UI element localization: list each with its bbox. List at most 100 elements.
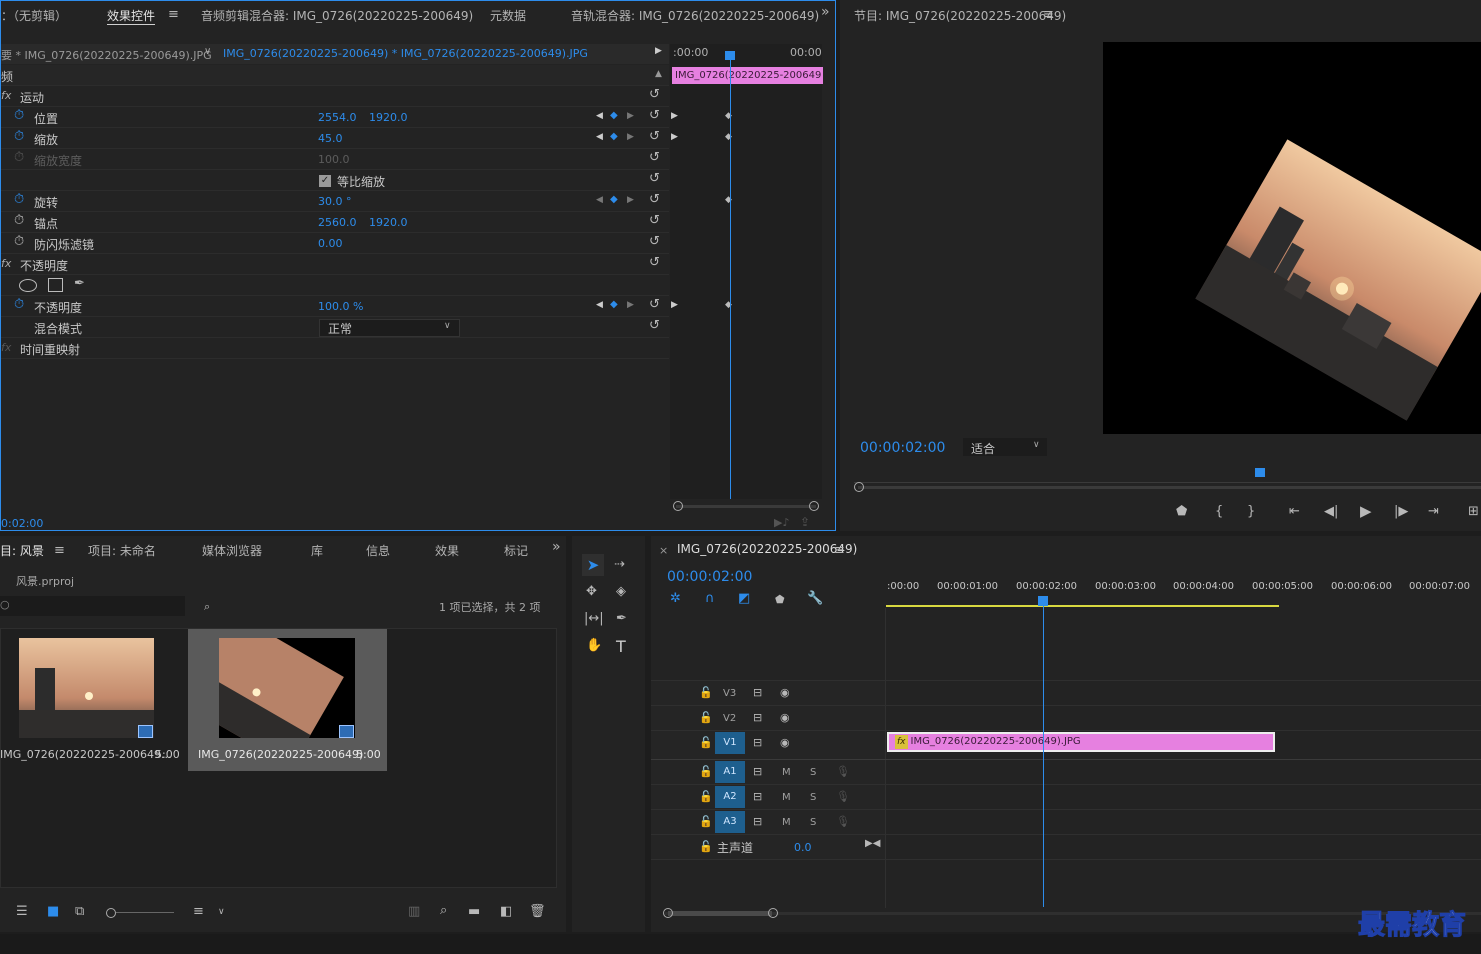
reset-scale-width-icon[interactable]: ↺ <box>649 151 660 165</box>
timeline-scroll-thumb[interactable] <box>668 911 772 916</box>
step-back-icon[interactable]: ◀| <box>1324 505 1338 519</box>
reset-scale-icon[interactable]: ↺ <box>649 130 660 144</box>
settings-wrench-icon[interactable]: 🔧 <box>807 592 823 606</box>
freeform-view-icon[interactable]: ⧉ <box>75 905 84 919</box>
stopwatch-rotation-icon[interactable]: ⏱ <box>14 193 24 207</box>
timeline-playhead[interactable] <box>1043 600 1044 907</box>
ec-play-audio-icon[interactable]: ▶♪ <box>774 516 789 529</box>
track-v1-target[interactable]: V1 <box>715 732 745 754</box>
zoom-slider-handle[interactable] <box>106 908 116 918</box>
prev-keyframe-icon[interactable]: ◀ <box>596 111 603 121</box>
ec-zoom-scrollbar[interactable] <box>676 505 816 508</box>
time-remap-row[interactable] <box>1 338 669 359</box>
solo-button[interactable]: S <box>810 817 816 828</box>
prev-keyframe-icon[interactable]: ◀ <box>596 300 603 310</box>
program-timecode[interactable]: 00:00:02:00 <box>860 440 945 456</box>
mark-in-icon[interactable]: { <box>1215 505 1223 519</box>
linked-selection-icon[interactable]: ◩ <box>738 592 750 606</box>
sync-lock-icon[interactable]: ⊟ <box>753 736 762 750</box>
clip-dropdown-icon[interactable]: ∨ <box>204 46 211 57</box>
ec-zoom-handle-left[interactable] <box>673 501 683 511</box>
lock-icon[interactable]: 🔓 <box>699 815 713 829</box>
add-keyframe-icon[interactable]: ◆ <box>610 299 618 310</box>
track-v3-label[interactable]: V3 <box>723 688 736 699</box>
project-item-thumbnail[interactable] <box>19 638 154 738</box>
slip-tool-icon[interactable]: |↔| <box>584 612 604 626</box>
insert-icon[interactable]: ⊞ <box>1468 505 1479 519</box>
next-keyframe-icon[interactable]: ▶ <box>627 111 634 121</box>
work-area-bar[interactable] <box>886 605 1279 607</box>
tab-metadata[interactable]: 元数据 <box>490 7 526 24</box>
reset-motion-icon[interactable]: ↺ <box>649 88 660 102</box>
timeline-zoom-handle-left[interactable] <box>663 908 673 918</box>
sequence-clip-label[interactable]: IMG_0726(20220225-200649) * IMG_0726(202… <box>223 47 588 60</box>
tab-markers[interactable]: 标记 <box>504 542 528 559</box>
ec-playhead-handle[interactable] <box>725 51 735 60</box>
tab-project-untitled[interactable]: 项目: 未命名 <box>88 542 156 559</box>
uniform-scale-checkbox[interactable]: ✓ <box>319 175 331 187</box>
rotation-value[interactable]: 30.0 ° <box>318 195 352 208</box>
trash-icon[interactable]: 🗑 <box>529 905 546 919</box>
tab-project-scenery[interactable]: 目: 风景 <box>0 542 44 559</box>
add-keyframe-icon[interactable]: ◆ <box>610 110 618 121</box>
reset-rotation-icon[interactable]: ↺ <box>649 193 660 207</box>
stopwatch-anchor-icon[interactable]: ⏱ <box>14 214 24 228</box>
ec-mini-clip[interactable]: IMG_0726(20220225-200649 <box>672 67 823 84</box>
solo-button[interactable]: S <box>810 792 816 803</box>
stopwatch-opacity-icon[interactable]: ⏱ <box>14 298 24 312</box>
panel-menu-icon[interactable]: ≡ <box>168 8 179 22</box>
close-sequence-icon[interactable]: × <box>659 544 668 557</box>
icon-view-icon[interactable]: ■ <box>47 905 59 919</box>
selection-tool-icon[interactable]: ➤ <box>582 554 604 576</box>
mute-button[interactable]: M <box>782 792 791 803</box>
fx-opacity-row[interactable] <box>1 254 669 275</box>
solo-button[interactable]: S <box>810 767 816 778</box>
tab-no-clip[interactable]: ：（无剪辑） <box>1 7 67 24</box>
timeline-playhead-handle[interactable] <box>1038 596 1048 606</box>
go-to-out-icon[interactable]: ⇥ <box>1428 505 1439 519</box>
new-search-bin-icon[interactable]: ⌕ <box>204 600 210 614</box>
sync-lock-icon[interactable]: ⊟ <box>753 686 762 700</box>
timeline-clip[interactable]: fx IMG_0726(20220225-200649).JPG <box>887 732 1275 752</box>
nest-toggle-icon[interactable]: ✲ <box>670 592 681 606</box>
timeline-zoom-handle-right[interactable] <box>768 908 778 918</box>
go-to-in-icon[interactable]: ⇤ <box>1289 505 1300 519</box>
stopwatch-scale-icon[interactable]: ⏱ <box>14 130 24 144</box>
project-search-input[interactable]: ○ <box>0 596 185 616</box>
mute-button[interactable]: M <box>782 767 791 778</box>
snap-icon[interactable]: ∩ <box>705 592 715 606</box>
tab-info[interactable]: 信息 <box>366 542 390 559</box>
position-y-value[interactable]: 1920.0 <box>369 111 408 124</box>
track-a2-target[interactable]: A2 <box>715 786 745 808</box>
tab-effects[interactable]: 效果 <box>435 542 459 559</box>
track-a3-target[interactable]: A3 <box>715 811 745 833</box>
opacity-value[interactable]: 100.0 % <box>318 300 363 313</box>
master-collapse-icon[interactable]: ▶◀ <box>865 837 880 851</box>
mark-out-icon[interactable]: } <box>1247 505 1255 519</box>
scale-value[interactable]: 45.0 <box>318 132 343 145</box>
next-keyframe-icon[interactable]: ▶ <box>627 195 634 205</box>
master-volume-value[interactable]: 0.0 <box>794 841 812 854</box>
microphone-icon[interactable]: 🎙 <box>836 765 850 779</box>
eye-icon[interactable]: ◉ <box>780 736 790 750</box>
pen-mask-icon[interactable]: ✒ <box>74 277 85 291</box>
microphone-icon[interactable]: 🎙 <box>836 815 850 829</box>
list-view-icon[interactable]: ☰ <box>16 905 28 919</box>
panel-menu-icon[interactable]: ≡ <box>834 544 845 558</box>
reset-antiflicker-icon[interactable]: ↺ <box>649 235 660 249</box>
blend-mode-dropdown[interactable]: 正常 ∨ <box>319 319 460 337</box>
program-scrollbar[interactable] <box>858 486 1481 489</box>
rectangle-mask-icon[interactable] <box>48 278 63 292</box>
type-tool-icon[interactable]: T <box>616 637 626 656</box>
tabs-overflow-icon[interactable]: » <box>552 539 561 555</box>
ec-zoom-handle-right[interactable] <box>809 501 819 511</box>
program-zoom-handle[interactable] <box>854 482 864 492</box>
add-marker-icon[interactable]: ⬟ <box>775 593 785 607</box>
track-a1-target[interactable]: A1 <box>715 761 745 783</box>
project-item-name[interactable]: IMG_0726(20220225-200649... <box>0 748 171 761</box>
prev-keyframe-icon[interactable]: ◀ <box>596 132 603 142</box>
lock-icon[interactable]: 🔓 <box>699 711 713 725</box>
tabs-overflow-icon[interactable]: » <box>821 4 830 20</box>
reset-anchor-icon[interactable]: ↺ <box>649 214 660 228</box>
program-video-frame[interactable] <box>1103 42 1481 434</box>
